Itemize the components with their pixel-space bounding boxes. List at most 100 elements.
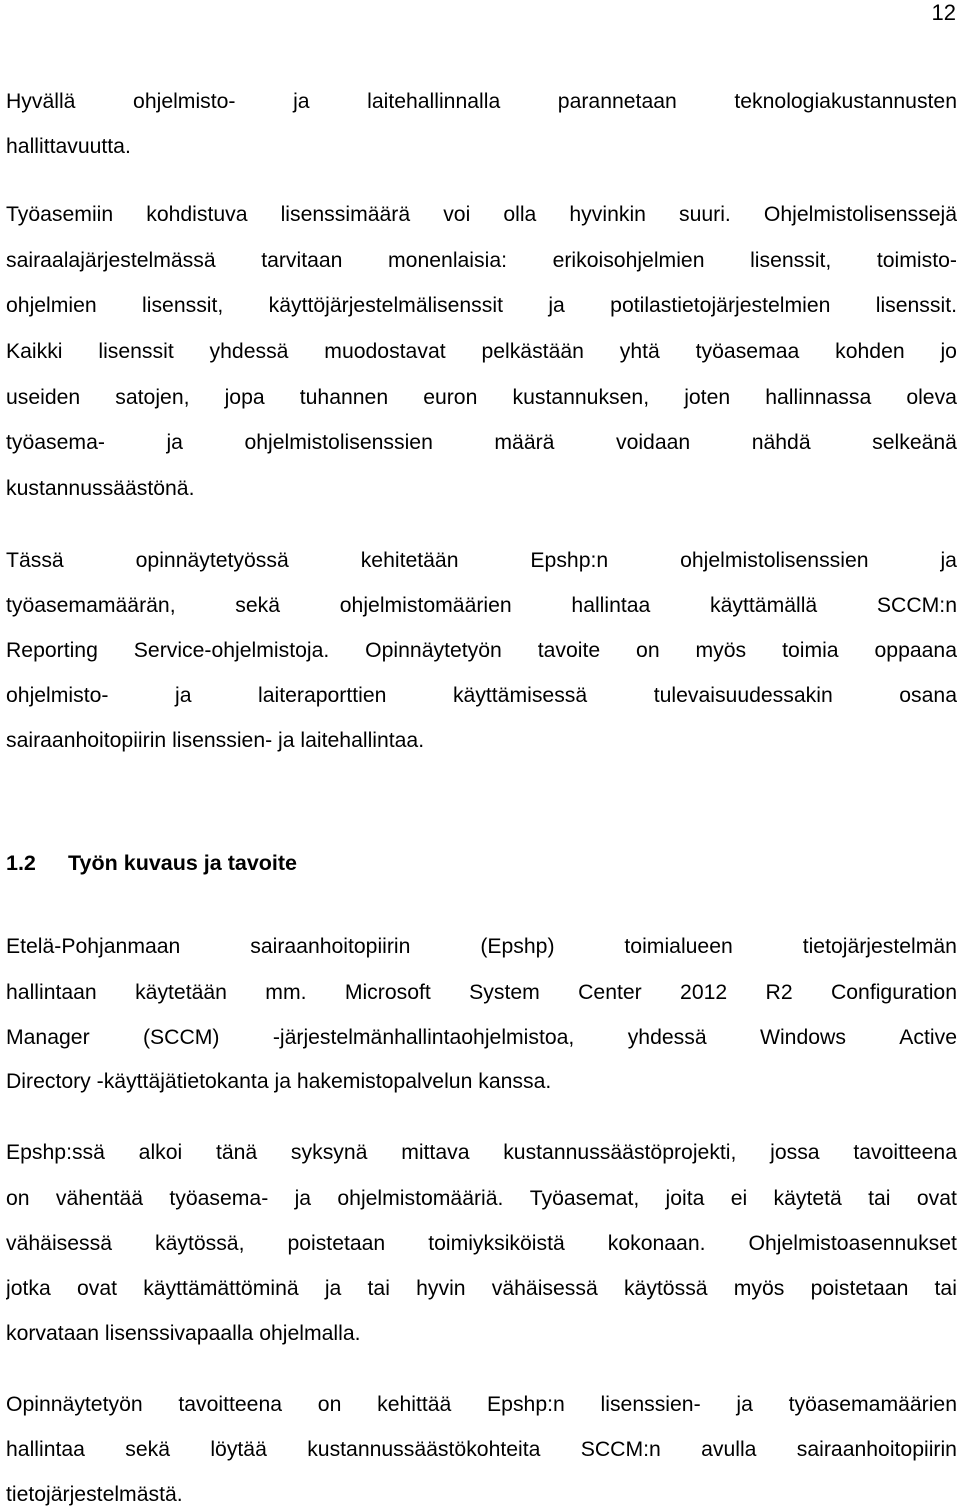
- word: käyttämällä: [710, 594, 818, 617]
- word: työasemamäärien: [788, 1393, 957, 1416]
- word: Ohjelmistoasennukset: [748, 1232, 957, 1255]
- word: sekä: [125, 1438, 171, 1461]
- word: Työasemiin: [6, 203, 114, 226]
- word: tai: [367, 1277, 390, 1300]
- word: Microsoft: [344, 981, 431, 1004]
- word: toimisto-: [876, 249, 957, 272]
- word: laitehallinnalla: [367, 90, 501, 113]
- word: tavoite: [537, 639, 601, 662]
- word: ja: [294, 1187, 312, 1210]
- text-line: vähäisessä käytössä, poistetaan toimiyksikö…: [6, 1230, 957, 1258]
- word: tuhannen: [299, 386, 389, 409]
- text-line: Työasemiin kohdistuva lisenssimäärä voi olla…: [6, 201, 957, 229]
- word: käyttämisessä: [452, 684, 588, 707]
- word: mm.: [265, 981, 307, 1004]
- word: käytössä: [623, 1277, 708, 1300]
- word: hallinnassa: [765, 386, 872, 409]
- word: satojen,: [115, 386, 190, 409]
- section-heading: 1.2 Työn kuvaus ja tavoite: [6, 849, 297, 877]
- word: yhdessä: [627, 1026, 707, 1049]
- section-number: 1.2: [6, 851, 36, 875]
- word: ohjelmisto-: [6, 684, 109, 707]
- word: vähäisessä: [6, 1232, 112, 1255]
- word: Työasemat,: [529, 1187, 640, 1210]
- text-line: sairaalajärjestelmässä tarvitaan monenlais…: [6, 247, 957, 275]
- text-line: ohjelmien lisenssit, käyttöjärjestelmälise…: [6, 292, 957, 320]
- word: tulevaisuudessakin: [653, 684, 833, 707]
- word: avulla: [701, 1438, 757, 1461]
- word: on: [636, 639, 660, 662]
- word: jopa: [224, 386, 265, 409]
- text-line: työasema-ja ohjelmistolisenssien määrä void…: [6, 429, 957, 457]
- word: teknologiakustannusten: [734, 90, 957, 113]
- word: jo: [940, 340, 957, 363]
- word: lisenssimäärä: [280, 203, 411, 226]
- word: muodostavat: [324, 340, 446, 363]
- word: erikoisohjelmien: [552, 249, 705, 272]
- word: vähentää: [55, 1187, 144, 1210]
- word: monenlaisia:: [388, 249, 507, 272]
- text-line: Opinnäytetyön tavoitteena on kehittää Epshp:…: [6, 1391, 957, 1419]
- word: ja: [293, 90, 310, 113]
- text-line: Etelä-Pohjanmaan sairaanhoitopiirin (Epshp…: [6, 933, 957, 961]
- word: löytää: [210, 1438, 267, 1461]
- word: Epshp:n: [530, 549, 609, 572]
- word: ja: [166, 431, 183, 454]
- word: oleva: [906, 386, 957, 409]
- word: lisenssit,: [142, 294, 224, 317]
- text-line: Reporting Service-ohjelmistoja. Opinnäytet…: [6, 637, 957, 665]
- word: tai: [868, 1187, 891, 1210]
- word: Kaikki: [6, 340, 63, 363]
- word: potilastietojärjestelmien: [610, 294, 831, 317]
- word: Windows: [759, 1026, 846, 1049]
- word: myös: [733, 1277, 785, 1300]
- word: R2: [765, 981, 793, 1004]
- word: lisenssien-: [600, 1393, 701, 1416]
- text-line: työasemamäärän, sekä ohjelmistomäärien hall…: [6, 592, 957, 620]
- text-line: on vähentää työasema-ja ohjelmistomääriä. Ty…: [6, 1185, 957, 1213]
- word: ohjelmistolisenssien: [244, 431, 433, 454]
- word: (Epshp): [480, 935, 555, 958]
- text-line: Epshp:ssä alkoi tänä syksynä mittava kustannu…: [6, 1139, 957, 1167]
- word: System: [469, 981, 540, 1004]
- word: hyvinkin: [569, 203, 646, 226]
- word: Center: [578, 981, 642, 1004]
- word: vähäisessä: [491, 1277, 598, 1300]
- word: voi: [443, 203, 471, 226]
- word: oppaana: [874, 639, 957, 662]
- word: ohjelmistomäärien: [339, 594, 512, 617]
- word: Reporting: [6, 639, 98, 662]
- word: ohjelmien: [6, 294, 97, 317]
- word: kehitetään: [360, 549, 459, 572]
- text-line: Kaikki lisenssit yhdessä muodostavat pelkäst…: [6, 338, 957, 366]
- word: Active: [899, 1026, 957, 1049]
- word: Configuration: [830, 981, 957, 1004]
- word: sairaanhoitopiirin: [796, 1438, 957, 1461]
- word: ja: [174, 684, 192, 707]
- word: myös: [695, 639, 747, 662]
- word: käyttöjärjestelmälisenssit: [268, 294, 503, 317]
- word: sairaanhoitopiirin: [250, 935, 411, 958]
- text-line: ohjelmisto-ja laiteraporttien käyttämisess…: [6, 682, 957, 710]
- word: määrä: [494, 431, 555, 454]
- word: kokonaan.: [607, 1232, 706, 1255]
- word: ja: [736, 1393, 753, 1416]
- word: Hyvällä: [6, 90, 76, 113]
- word: nähdä: [751, 431, 811, 454]
- word: Manager: [6, 1026, 90, 1049]
- word: selkeänä: [872, 431, 957, 454]
- word: työasemaa: [695, 340, 800, 363]
- word: ja: [940, 549, 957, 572]
- word: euron: [423, 386, 478, 409]
- word: mittava: [401, 1141, 470, 1164]
- word: (SCCM): [142, 1026, 220, 1049]
- word: lisenssit.: [875, 294, 957, 317]
- word: tietojärjestelmän: [802, 935, 957, 958]
- word: käytetä: [773, 1187, 842, 1210]
- text-line: hallittavuutta.: [6, 135, 131, 158]
- word: poistetaan: [287, 1232, 386, 1255]
- text-line: useiden satojen, jopa tuhannen euron kustannu…: [6, 384, 957, 412]
- word: alkoi: [138, 1141, 183, 1164]
- word: joten: [684, 386, 731, 409]
- word: tarvitaan: [261, 249, 343, 272]
